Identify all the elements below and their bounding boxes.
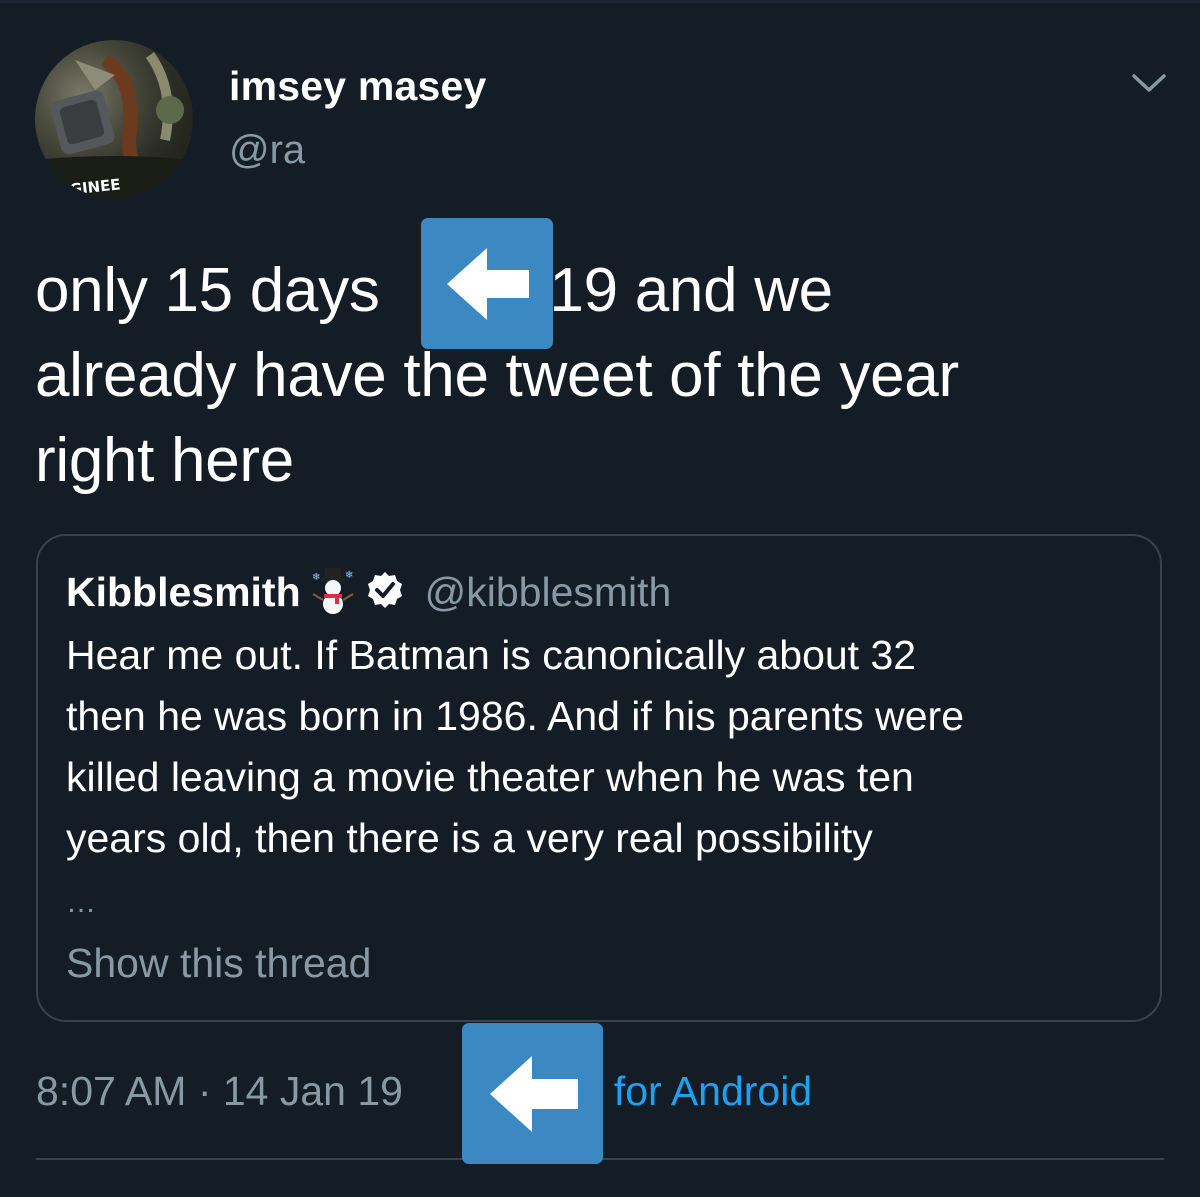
verified-badge-icon xyxy=(365,570,405,615)
quoted-tweet-text: Hear me out. If Batman is canonically ab… xyxy=(66,625,1136,869)
chevron-down-icon[interactable] xyxy=(1129,68,1169,98)
snowman-icon: ❄ ❄ xyxy=(311,566,355,619)
quoted-author-handle: @kibblesmith xyxy=(424,568,672,615)
top-divider xyxy=(0,0,1200,3)
quoted-tweet-header: Kibblesmith ❄ ❄ @kibblesmith xyxy=(66,567,671,617)
tweet-text: only 15 days 2019 and we already have th… xyxy=(35,248,1165,503)
quoted-author-name: Kibblesmith xyxy=(66,568,301,615)
svg-text:❄: ❄ xyxy=(312,572,320,583)
left-arrow-emoji-icon xyxy=(421,218,553,349)
left-arrow-emoji-icon xyxy=(462,1023,603,1164)
show-thread-link[interactable]: Show this thread xyxy=(66,940,371,987)
tweet-timestamp[interactable]: 8:07 AM · 14 Jan 19 xyxy=(36,1068,403,1115)
quoted-text-line: Hear me out. If Batman is canonically ab… xyxy=(66,632,917,678)
tweet-text-line: only 15 days 2019 and we xyxy=(35,256,833,325)
truncation-ellipsis: … xyxy=(66,886,97,919)
quoted-text-line: killed leaving a movie theater when he w… xyxy=(66,754,914,800)
author-handle[interactable]: @ra xyxy=(229,128,305,173)
author-name[interactable]: imsey masey xyxy=(229,63,487,110)
quoted-text-line: years old, then there is a very real pos… xyxy=(66,815,873,861)
quoted-text-line: then he was born in 1986. And if his par… xyxy=(66,693,965,739)
tweet-text-line: right here xyxy=(35,426,294,495)
tweet-text-line: already have the tweet of the year xyxy=(35,341,959,410)
svg-text:❄: ❄ xyxy=(345,570,353,581)
avatar[interactable]: NGINEE xyxy=(35,40,193,198)
